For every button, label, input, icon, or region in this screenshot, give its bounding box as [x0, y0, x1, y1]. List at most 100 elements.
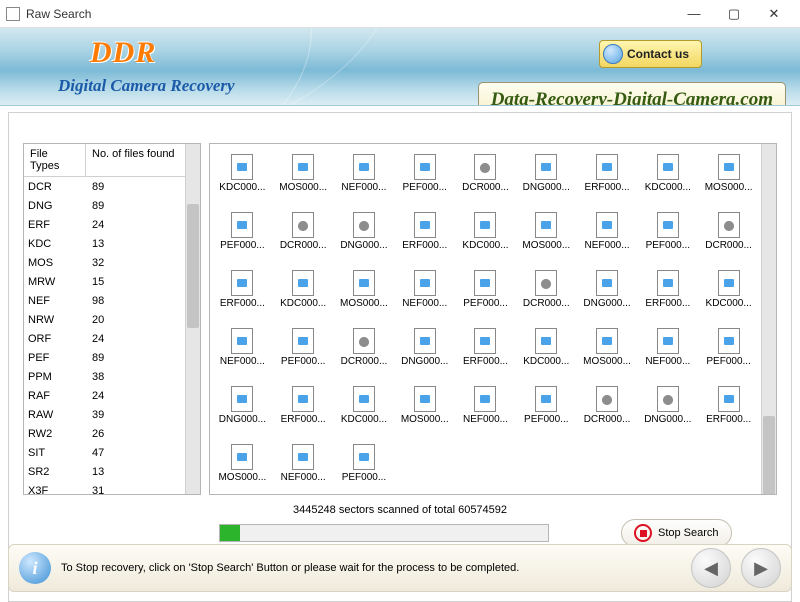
file-label: KDC000...	[702, 298, 756, 309]
file-item[interactable]: MOS000...	[273, 148, 334, 206]
file-item[interactable]: MOS000...	[334, 264, 395, 322]
file-item[interactable]: DCR000...	[698, 206, 759, 264]
file-type-row[interactable]: ORF24	[24, 329, 185, 348]
file-type-row[interactable]: KDC13	[24, 234, 185, 253]
file-label: PEF000...	[276, 356, 330, 367]
file-type-row[interactable]: NRW20	[24, 310, 185, 329]
file-label: ERF000...	[702, 414, 756, 425]
file-item[interactable]: KDC000...	[637, 148, 698, 206]
file-label: KDC000...	[337, 414, 391, 425]
contact-icon	[603, 44, 623, 64]
file-item[interactable]: ERF000...	[212, 264, 273, 322]
file-item[interactable]: DNG000...	[516, 148, 577, 206]
file-item[interactable]: DCR000...	[577, 380, 638, 438]
file-item[interactable]: NEF000...	[455, 380, 516, 438]
file-item[interactable]: DNG000...	[394, 322, 455, 380]
left-scrollbar[interactable]	[185, 144, 200, 494]
right-scrollbar[interactable]	[761, 144, 776, 494]
stop-search-button[interactable]: Stop Search	[621, 519, 732, 547]
file-item[interactable]: DNG000...	[334, 206, 395, 264]
file-item[interactable]: NEF000...	[577, 206, 638, 264]
file-item[interactable]: DNG000...	[637, 380, 698, 438]
file-item[interactable]: MOS000...	[212, 438, 273, 494]
file-item[interactable]: PEF000...	[273, 322, 334, 380]
close-button[interactable]: ✕	[754, 3, 794, 25]
file-item[interactable]: MOS000...	[577, 322, 638, 380]
file-type-row[interactable]: RAF24	[24, 386, 185, 405]
image-file-icon	[292, 444, 314, 470]
file-label: DCR000...	[519, 298, 573, 309]
file-item[interactable]: PEF000...	[394, 148, 455, 206]
file-type-row[interactable]: NEF98	[24, 291, 185, 310]
file-type-row[interactable]: PEF89	[24, 348, 185, 367]
file-item[interactable]: DNG000...	[212, 380, 273, 438]
file-type-row[interactable]: RW226	[24, 424, 185, 443]
file-type-cell: KDC	[24, 238, 86, 250]
file-item[interactable]: MOS000...	[516, 206, 577, 264]
file-item[interactable]: NEF000...	[394, 264, 455, 322]
file-item[interactable]: KDC000...	[516, 322, 577, 380]
file-item[interactable]: DNG000...	[577, 264, 638, 322]
file-item[interactable]: NEF000...	[334, 148, 395, 206]
file-item[interactable]: KDC000...	[455, 206, 516, 264]
file-item[interactable]: ERF000...	[273, 380, 334, 438]
url-banner: Data-Recovery-Digital-Camera.com	[478, 82, 786, 106]
file-item[interactable]: NEF000...	[212, 322, 273, 380]
file-count-cell: 31	[86, 485, 185, 495]
file-item[interactable]: ERF000...	[394, 206, 455, 264]
file-item[interactable]: NEF000...	[273, 438, 334, 494]
image-file-icon	[718, 154, 740, 180]
file-type-row[interactable]: SR213	[24, 462, 185, 481]
file-type-row[interactable]: ERF24	[24, 215, 185, 234]
file-label: PEF000...	[519, 414, 573, 425]
file-item[interactable]: KDC000...	[698, 264, 759, 322]
image-file-icon	[596, 270, 618, 296]
next-button[interactable]: ▶	[741, 548, 781, 588]
file-item[interactable]: PEF000...	[455, 264, 516, 322]
file-item[interactable]: KDC000...	[212, 148, 273, 206]
file-item[interactable]: PEF000...	[637, 206, 698, 264]
file-item[interactable]: DCR000...	[334, 322, 395, 380]
gear-file-icon	[657, 386, 679, 412]
file-type-cell: NRW	[24, 314, 86, 326]
file-item[interactable]: KDC000...	[334, 380, 395, 438]
file-grid: KDC000...MOS000...NEF000...PEF000...DCR0…	[210, 144, 761, 494]
file-item[interactable]: DCR000...	[516, 264, 577, 322]
file-type-row[interactable]: DCR89	[24, 177, 185, 196]
file-type-cell: RW2	[24, 428, 86, 440]
file-item[interactable]: MOS000...	[394, 380, 455, 438]
file-item[interactable]: PEF000...	[334, 438, 395, 494]
file-type-row[interactable]: SIT47	[24, 443, 185, 462]
file-count-cell: 26	[86, 428, 185, 440]
file-type-row[interactable]: PPM38	[24, 367, 185, 386]
file-item[interactable]: KDC000...	[273, 264, 334, 322]
minimize-button[interactable]: —	[674, 3, 714, 25]
file-item[interactable]: DCR000...	[455, 148, 516, 206]
image-file-icon	[474, 386, 496, 412]
file-type-row[interactable]: X3F31	[24, 481, 185, 494]
file-item[interactable]: MOS000...	[698, 148, 759, 206]
col-file-types[interactable]: File Types	[24, 144, 86, 176]
file-type-row[interactable]: RAW39	[24, 405, 185, 424]
file-item[interactable]: ERF000...	[698, 380, 759, 438]
file-item[interactable]: ERF000...	[637, 264, 698, 322]
file-count-cell: 20	[86, 314, 185, 326]
contact-us-button[interactable]: Contact us	[599, 40, 702, 68]
file-type-row[interactable]: DNG89	[24, 196, 185, 215]
file-item[interactable]: DCR000...	[273, 206, 334, 264]
col-file-count[interactable]: No. of files found	[86, 144, 185, 176]
file-type-cell: X3F	[24, 485, 86, 495]
file-item[interactable]: PEF000...	[516, 380, 577, 438]
file-item[interactable]: NEF000...	[637, 322, 698, 380]
file-item[interactable]: PEF000...	[698, 322, 759, 380]
file-item[interactable]: PEF000...	[212, 206, 273, 264]
file-count-cell: 89	[86, 181, 185, 193]
prev-button[interactable]: ◀	[691, 548, 731, 588]
image-file-icon	[414, 328, 436, 354]
file-item[interactable]: ERF000...	[455, 322, 516, 380]
maximize-button[interactable]: ▢	[714, 3, 754, 25]
file-item[interactable]: ERF000...	[577, 148, 638, 206]
file-type-row[interactable]: MOS32	[24, 253, 185, 272]
file-label: NEF000...	[458, 414, 512, 425]
file-type-row[interactable]: MRW15	[24, 272, 185, 291]
